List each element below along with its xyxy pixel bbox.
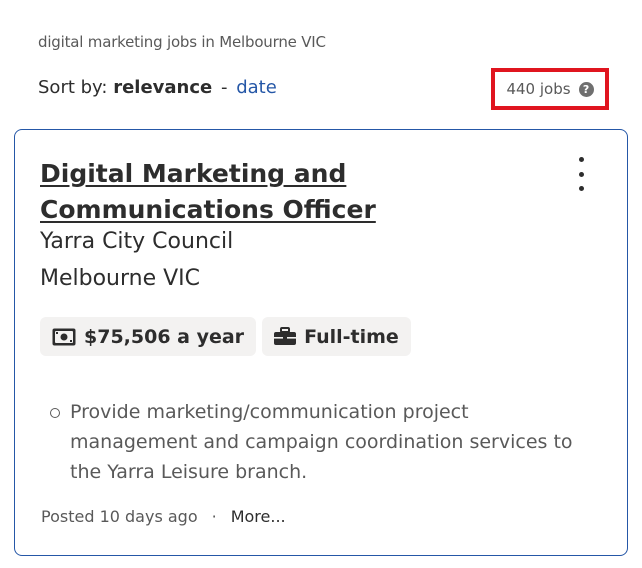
- search-description: digital marketing jobs in Melbourne VIC: [38, 33, 326, 51]
- job-location: Melbourne VIC: [40, 266, 201, 291]
- sort-options: Sort by: relevance - date: [38, 77, 277, 98]
- footer-separator: ·: [211, 507, 217, 526]
- job-type-value: Full-time: [304, 325, 399, 348]
- snippet-text: Provide marketing/communication project …: [70, 401, 573, 483]
- sort-by-date-link[interactable]: date: [236, 77, 277, 98]
- sort-label: Sort by:: [38, 77, 108, 98]
- sort-separator: -: [220, 77, 228, 98]
- more-link[interactable]: More...: [231, 507, 286, 526]
- company-name: Yarra City Council: [40, 229, 234, 254]
- salary-value: $75,506 a year: [84, 325, 245, 348]
- bullet-icon: [50, 408, 60, 418]
- money-icon: [52, 328, 76, 345]
- job-count: 440 jobs ?: [491, 68, 609, 110]
- more-options-icon[interactable]: [570, 157, 592, 191]
- job-snippet: Provide marketing/communication project …: [50, 397, 590, 487]
- salary-tag: $75,506 a year: [40, 317, 257, 356]
- job-footer: Posted 10 days ago · More...: [41, 507, 286, 526]
- sort-relevance: relevance: [113, 77, 213, 98]
- job-title-link[interactable]: Digital Marketing and Communications Off…: [40, 156, 510, 228]
- posted-date: Posted 10 days ago: [41, 507, 198, 526]
- job-type-tag: Full-time: [262, 317, 411, 356]
- job-card[interactable]: Digital Marketing and Communications Off…: [14, 129, 628, 556]
- job-attributes: $75,506 a year Full-time: [40, 317, 411, 356]
- question-mark-circle-icon[interactable]: ?: [578, 81, 594, 97]
- job-count-label: 440 jobs: [506, 80, 571, 98]
- briefcase-icon: [274, 327, 297, 345]
